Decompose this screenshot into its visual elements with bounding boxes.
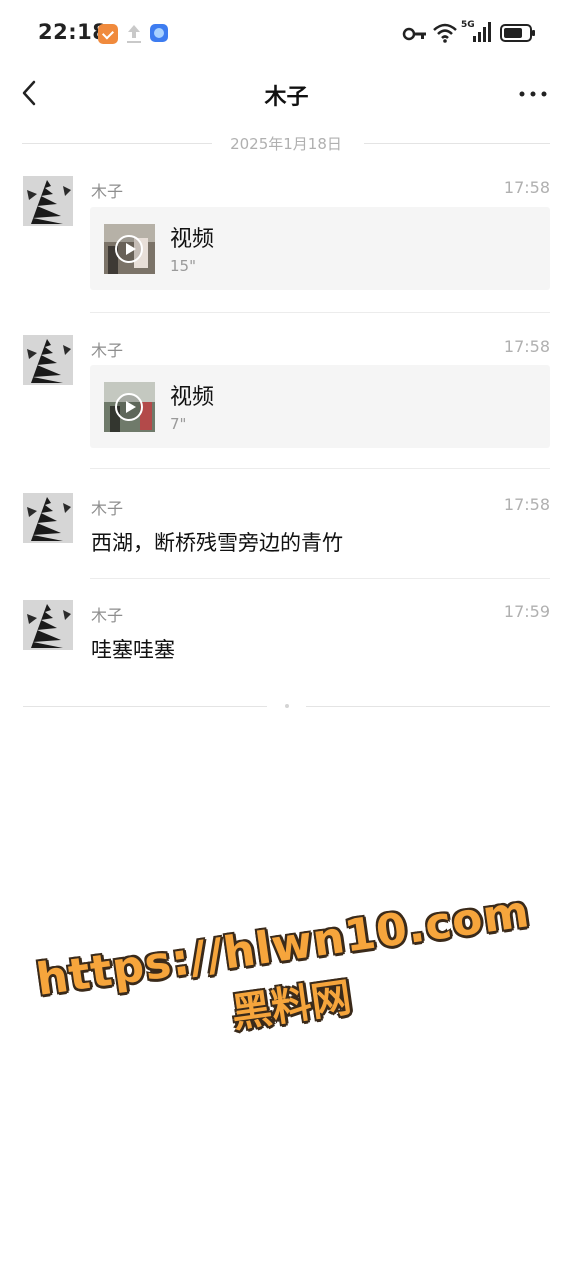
video-label: 视频 [170,227,215,252]
wifi-icon [433,23,457,43]
browser-app-icon [150,24,168,42]
message-time: 17:59 [503,602,550,621]
more-options-button[interactable] [515,78,551,110]
sender-name: 木子 [91,182,124,201]
video-duration: 15" [170,257,196,275]
divider-line [23,706,267,707]
key-icon [402,27,426,41]
chat-header: 木子 [0,66,573,122]
chat-title: 木子 [264,85,309,110]
video-duration: 7" [170,415,187,433]
message-time: 17:58 [503,178,550,197]
app-notification-icon [98,24,118,44]
video-thumbnail [104,382,155,432]
battery-icon [500,24,535,42]
divider-line [364,143,550,144]
avatar[interactable] [23,600,73,650]
play-icon [115,393,143,421]
end-separator [23,704,550,710]
message-text[interactable]: 哇塞哇塞 [91,634,175,664]
message-divider [90,312,550,313]
message-text[interactable]: 西湖，断桥残雪旁边的青竹 [91,527,343,557]
video-message-card[interactable]: 视频 7" [90,365,550,448]
video-label: 视频 [170,385,215,410]
date-separator: 2025年1月18日 [22,132,550,154]
message-time: 17:58 [503,495,550,514]
message-divider [90,468,550,469]
avatar[interactable] [23,493,73,543]
video-thumbnail [104,224,155,274]
divider-line [306,706,550,707]
watermark: https://hlwn10.com 黑料网 [32,886,548,1104]
avatar[interactable] [23,335,73,385]
avatar[interactable] [23,176,73,226]
status-bar: 22:18 5G [0,0,573,66]
sender-name: 木子 [91,606,124,625]
sender-name: 木子 [91,341,124,360]
video-message-card[interactable]: 视频 15" [90,207,550,290]
signal-icon [473,22,491,42]
upload-icon [127,25,141,43]
play-icon [115,235,143,263]
separator-dot [285,704,289,708]
status-time: 22:18 [38,20,108,44]
message-divider [90,578,550,579]
message-time: 17:58 [503,337,550,356]
sender-name: 木子 [91,499,124,518]
